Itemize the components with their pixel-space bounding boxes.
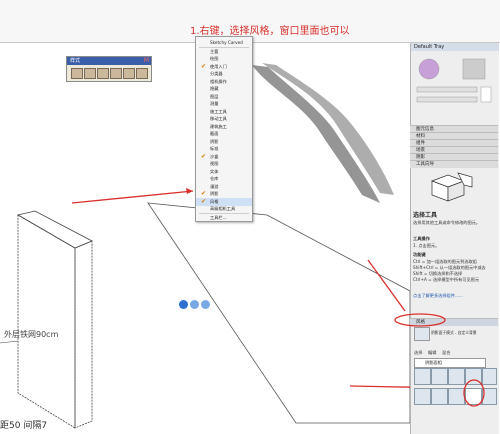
style-dropdown[interactable]: 阴影面相 [414,358,486,368]
tool-ops: 1. 点击图元。 [413,243,440,248]
red-arrow-menu [71,190,194,204]
hidden-line-icon[interactable] [97,68,109,79]
red-arrow-thumbs [349,385,410,388]
modifier-line: Ctrl+A = 选择模型中所有可见图元 [413,277,480,282]
pan-icon[interactable] [190,300,199,309]
styles-highlight-ellipse [394,313,446,327]
color-picker[interactable] [415,55,495,115]
view-nav-icons[interactable] [179,300,215,310]
fence-side [74,240,93,429]
tray-title: Default Tray [411,43,499,51]
tool-illustration [431,172,473,202]
style-thumb[interactable] [414,388,431,405]
shaded-icon[interactable] [110,68,122,79]
style-preview-thumbnail [414,327,430,341]
xray-icon[interactable] [71,68,83,79]
style-thumb[interactable] [431,368,448,385]
thumb-highlight-ellipse [463,379,485,407]
orbit-icon[interactable] [179,300,188,309]
status-text: 距50 间隔7 [0,421,48,431]
fence-top [16,210,93,249]
style-hint: 阴影面于模式 - 自定义背景 [431,330,477,335]
textured-icon[interactable] [123,68,135,79]
tab-mix[interactable]: 混合 [442,350,450,356]
fence-front [17,214,76,429]
mesh-shape [252,65,380,203]
monochrome-icon[interactable] [136,68,148,79]
tab-select[interactable]: 选择 [414,350,422,356]
wireframe-icon[interactable] [84,68,96,79]
tab-edit[interactable]: 编辑 [428,350,436,356]
menu-item-label: 工具栏... [210,214,227,220]
tool-description: 选择用其他工具或命令修改的图元。 [413,220,481,225]
learn-more-link[interactable]: 点击了解更多选择组件...... [413,293,463,299]
menu-item[interactable]: 工具栏... [196,214,252,222]
instruction-caption: 1.右键，选择风格，窗口里面也可以 [190,26,350,37]
ground-plane [147,202,410,424]
tool-title: 选择工具 [413,212,438,219]
toolbar-titlebar[interactable]: 样式 [67,57,151,65]
toolbar-context-menu: Sketchy Carved 主要 绘图 ✔ 使用入门 分类器 相机操作 隐藏 图层 测量 施工工具… [195,36,253,222]
modifier-title: 功能键 [413,252,426,257]
toolbar-close-icon[interactable]: M [144,57,149,65]
tool-ops-title: 工具操作 [413,236,430,241]
dimension-label: 外层铁网90cm [4,330,59,339]
style-thumb[interactable] [414,368,431,385]
styles-toolbar[interactable]: 样式 M [66,56,152,82]
zoom-icon[interactable] [201,300,210,309]
style-thumb[interactable] [431,388,448,405]
